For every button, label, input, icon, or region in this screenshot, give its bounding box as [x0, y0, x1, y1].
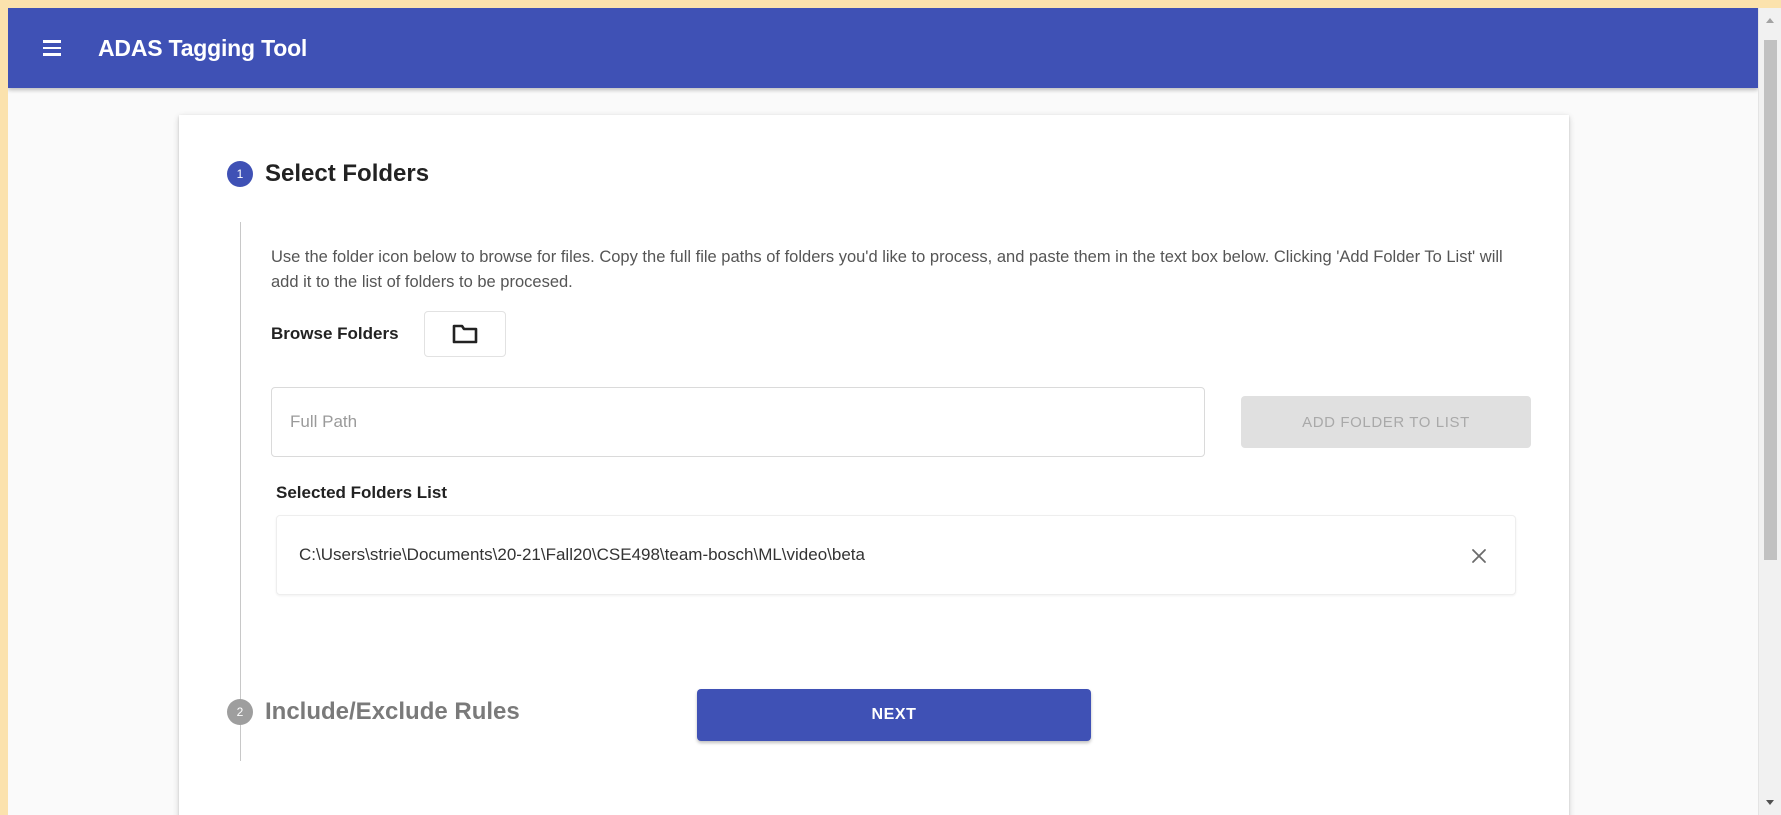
- app-bar: ADAS Tagging Tool: [8, 8, 1758, 88]
- step-1-label: Select Folders: [265, 160, 430, 187]
- full-path-input[interactable]: [271, 387, 1205, 457]
- folder-icon: [452, 324, 477, 344]
- add-folder-to-list-button[interactable]: ADD FOLDER TO LIST: [1241, 396, 1531, 448]
- step-1-header[interactable]: 1 Select Folders: [227, 160, 429, 188]
- step-2-label: Include/Exclude Rules: [265, 698, 520, 725]
- step-connector-line: [240, 222, 241, 761]
- stepper-card: 1 Select Folders Use the folder icon bel…: [179, 115, 1569, 815]
- app-title: ADAS Tagging Tool: [98, 34, 308, 61]
- browse-folders-row: Browse Folders: [271, 311, 506, 357]
- vertical-scrollbar[interactable]: [1758, 8, 1781, 815]
- browse-folders-label: Browse Folders: [271, 324, 399, 343]
- scroll-down-arrow-icon[interactable]: [1766, 800, 1774, 805]
- scroll-up-arrow-icon[interactable]: [1766, 18, 1774, 23]
- step-2-header[interactable]: 2 Include/Exclude Rules: [227, 698, 520, 726]
- scrollbar-thumb[interactable]: [1764, 40, 1777, 560]
- step-1-description: Use the folder icon below to browse for …: [271, 248, 1503, 291]
- step-2-number-icon: 2: [227, 699, 253, 725]
- folder-path: C:\Users\strie\Documents\20-21\Fall20\CS…: [299, 545, 865, 564]
- next-button[interactable]: NEXT: [697, 689, 1091, 741]
- selected-folders-list-title: Selected Folders List: [276, 483, 447, 502]
- close-icon[interactable]: [1467, 544, 1491, 568]
- list-item: C:\Users\strie\Documents\20-21\Fall20\CS…: [276, 515, 1516, 595]
- hamburger-menu-icon[interactable]: [32, 28, 72, 68]
- app-window: ADAS Tagging Tool 1 Select Folders Use t…: [8, 8, 1758, 815]
- step-1-number-icon: 1: [227, 161, 253, 187]
- browse-folders-button[interactable]: [423, 311, 506, 357]
